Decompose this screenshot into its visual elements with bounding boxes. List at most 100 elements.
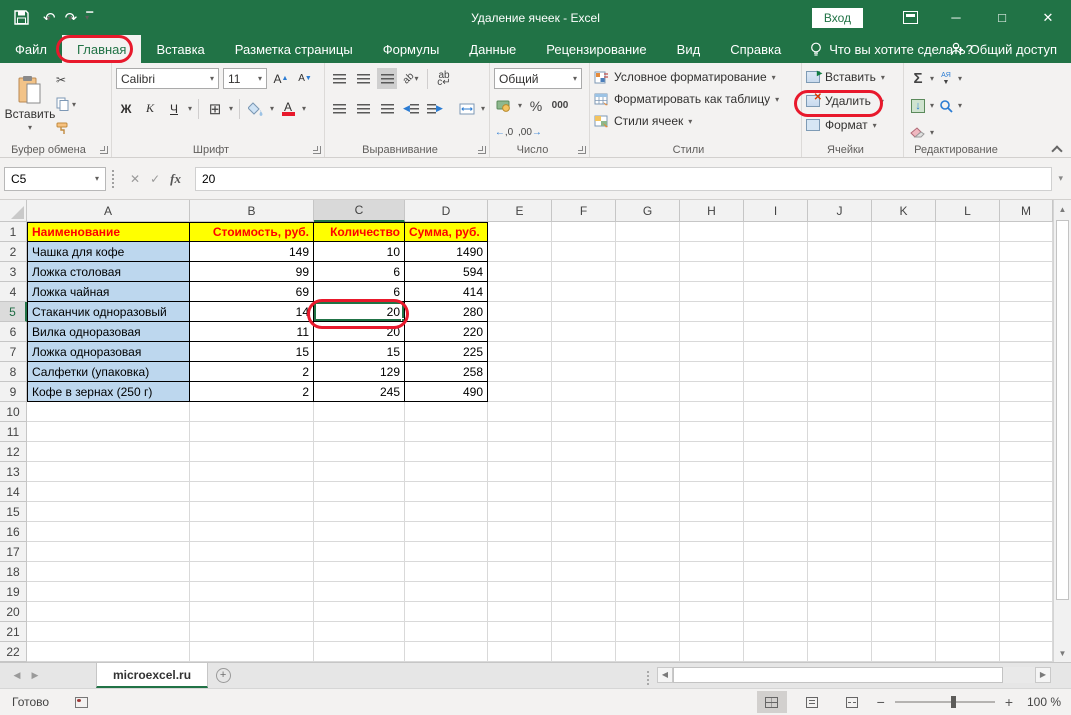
cell-I11[interactable] xyxy=(744,422,808,442)
cell-H11[interactable] xyxy=(680,422,744,442)
cell-F15[interactable] xyxy=(552,502,616,522)
accounting-format-button[interactable] xyxy=(494,95,514,116)
cell-J9[interactable] xyxy=(808,382,872,402)
cell-M16[interactable] xyxy=(1000,522,1053,542)
grow-font-button[interactable]: A ▲ xyxy=(271,68,291,89)
align-right-button[interactable] xyxy=(377,98,397,119)
select-all-button[interactable] xyxy=(0,200,27,222)
fill-color-dropdown[interactable]: ▾ xyxy=(270,104,274,113)
cell-I9[interactable] xyxy=(744,382,808,402)
cell-F2[interactable] xyxy=(552,242,616,262)
cell-B3[interactable]: 99 xyxy=(190,262,314,282)
cell-B21[interactable] xyxy=(190,622,314,642)
cell-D10[interactable] xyxy=(405,402,488,422)
formula-input[interactable]: 20 xyxy=(194,166,1053,191)
column-header-I[interactable]: I xyxy=(744,200,808,222)
cell-J21[interactable] xyxy=(808,622,872,642)
cell-C12[interactable] xyxy=(314,442,405,462)
cell-K1[interactable] xyxy=(872,222,936,242)
row-header-12[interactable]: 12 xyxy=(0,442,27,462)
cell-M9[interactable] xyxy=(1000,382,1053,402)
borders-dropdown[interactable]: ▾ xyxy=(229,104,233,113)
cell-C15[interactable] xyxy=(314,502,405,522)
cell-G19[interactable] xyxy=(616,582,680,602)
font-dialog-launcher[interactable] xyxy=(313,146,321,154)
sort-filter-dropdown[interactable]: ▾ xyxy=(958,74,962,83)
formula-bar-expand-icon[interactable]: ▾ xyxy=(1058,173,1067,184)
cell-B6[interactable]: 11 xyxy=(190,322,314,342)
column-header-K[interactable]: K xyxy=(872,200,936,222)
cell-G13[interactable] xyxy=(616,462,680,482)
cell-A6[interactable]: Вилка одноразовая xyxy=(27,322,190,342)
cell-G15[interactable] xyxy=(616,502,680,522)
cell-J2[interactable] xyxy=(808,242,872,262)
cell-B14[interactable] xyxy=(190,482,314,502)
cell-M8[interactable] xyxy=(1000,362,1053,382)
cell-B11[interactable] xyxy=(190,422,314,442)
accounting-dropdown[interactable]: ▾ xyxy=(518,101,522,110)
cell-B20[interactable] xyxy=(190,602,314,622)
cell-M20[interactable] xyxy=(1000,602,1053,622)
cell-I15[interactable] xyxy=(744,502,808,522)
cell-H19[interactable] xyxy=(680,582,744,602)
horizontal-scroll-thumb[interactable] xyxy=(673,666,1003,683)
cell-A10[interactable] xyxy=(27,402,190,422)
cell-C8[interactable]: 129 xyxy=(314,362,405,382)
row-header-4[interactable]: 4 xyxy=(0,282,27,302)
cell-L18[interactable] xyxy=(936,562,1000,582)
tab-view[interactable]: Вид xyxy=(662,35,716,63)
borders-button[interactable]: ⊞ xyxy=(205,98,225,119)
format-as-table-button[interactable]: Форматировать как таблицу ▾ xyxy=(594,88,797,110)
zoom-slider-thumb[interactable] xyxy=(950,696,956,708)
cell-I17[interactable] xyxy=(744,542,808,562)
font-size-combo[interactable]: 11 ▾ xyxy=(223,68,267,89)
cell-H18[interactable] xyxy=(680,562,744,582)
signin-button[interactable]: Вход xyxy=(811,7,863,28)
row-header-15[interactable]: 15 xyxy=(0,502,27,522)
cell-A5[interactable]: Стаканчик одноразовый xyxy=(27,302,190,322)
cell-J1[interactable] xyxy=(808,222,872,242)
merge-center-dropdown[interactable]: ▾ xyxy=(481,104,485,113)
cell-F6[interactable] xyxy=(552,322,616,342)
cell-I19[interactable] xyxy=(744,582,808,602)
cell-I12[interactable] xyxy=(744,442,808,462)
cell-E9[interactable] xyxy=(488,382,552,402)
cell-F10[interactable] xyxy=(552,402,616,422)
cancel-entry-icon[interactable]: ✕ xyxy=(130,172,140,186)
cell-A19[interactable] xyxy=(27,582,190,602)
underline-dropdown[interactable]: ▾ xyxy=(188,104,192,113)
cell-H7[interactable] xyxy=(680,342,744,362)
cell-A7[interactable]: Ложка одноразовая xyxy=(27,342,190,362)
cell-D12[interactable] xyxy=(405,442,488,462)
cell-G22[interactable] xyxy=(616,642,680,662)
scroll-down-icon[interactable]: ▼ xyxy=(1054,644,1071,662)
cell-E15[interactable] xyxy=(488,502,552,522)
zoom-slider[interactable] xyxy=(894,696,995,708)
cell-C7[interactable]: 15 xyxy=(314,342,405,362)
cell-G9[interactable] xyxy=(616,382,680,402)
cell-K12[interactable] xyxy=(872,442,936,462)
cell-J7[interactable] xyxy=(808,342,872,362)
align-center-button[interactable] xyxy=(353,98,373,119)
cell-L4[interactable] xyxy=(936,282,1000,302)
cell-C5[interactable]: 20 xyxy=(314,302,405,322)
cell-A14[interactable] xyxy=(27,482,190,502)
sheet-nav-next-icon[interactable]: ▶ xyxy=(26,663,44,688)
autosum-dropdown[interactable]: ▾ xyxy=(930,74,934,83)
paste-button[interactable]: Вставить ▾ xyxy=(4,66,56,140)
cell-A9[interactable]: Кофе в зернах (250 г) xyxy=(27,382,190,402)
cell-K16[interactable] xyxy=(872,522,936,542)
undo-icon[interactable]: ↶▾ xyxy=(43,9,56,27)
cell-M17[interactable] xyxy=(1000,542,1053,562)
cut-button[interactable]: ✂ xyxy=(56,70,76,90)
paste-dropdown[interactable]: ▾ xyxy=(28,123,32,132)
cell-L10[interactable] xyxy=(936,402,1000,422)
cell-D1[interactable]: Сумма, руб. xyxy=(405,222,488,242)
cell-D19[interactable] xyxy=(405,582,488,602)
cell-B22[interactable] xyxy=(190,642,314,662)
cell-L13[interactable] xyxy=(936,462,1000,482)
cell-J17[interactable] xyxy=(808,542,872,562)
zoom-out-icon[interactable]: − xyxy=(877,694,885,710)
cell-F19[interactable] xyxy=(552,582,616,602)
tab-help[interactable]: Справка xyxy=(715,35,796,63)
